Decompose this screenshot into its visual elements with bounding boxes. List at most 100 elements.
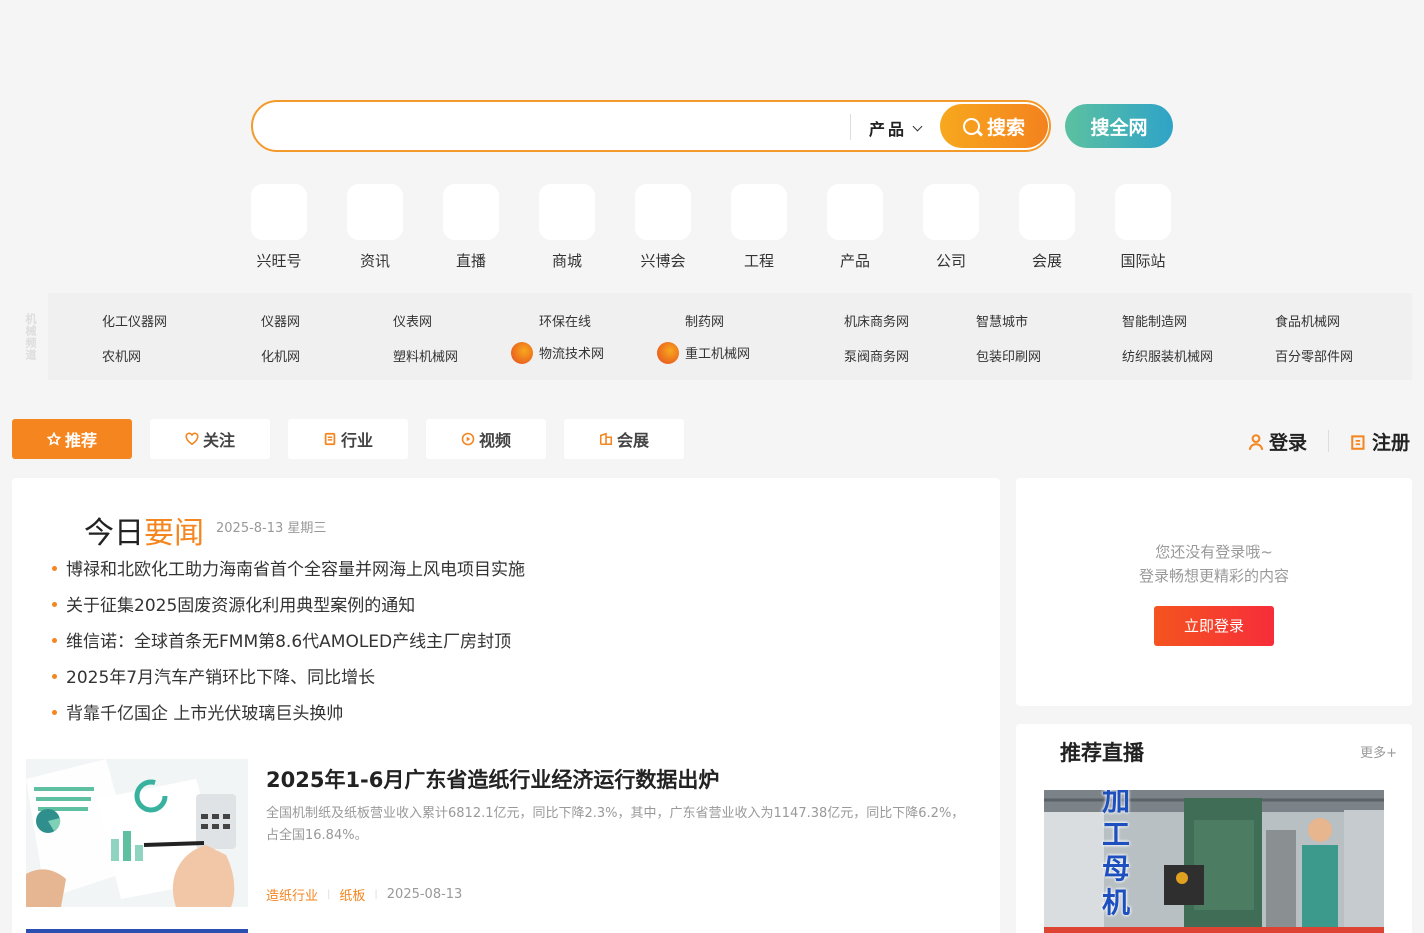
nav-item-expo[interactable]: 兴博会 <box>623 184 703 274</box>
xingwanghao-icon <box>251 184 307 240</box>
article-tag[interactable]: 纸板 <box>339 885 365 904</box>
tab-label: 行业 <box>340 431 373 450</box>
register-label: 注册 <box>1372 432 1411 454</box>
international-icon <box>1115 184 1171 240</box>
site-link[interactable]: 包装印刷网 <box>976 346 1041 365</box>
tab-label: 推荐 <box>64 431 97 450</box>
site-link[interactable]: 化机网 <box>261 346 300 365</box>
nav-item-mall[interactable]: 商城 <box>527 184 607 274</box>
article-title[interactable]: 2025年1-6月广东省造纸行业经济运行数据出炉 <box>266 764 719 794</box>
search-bar: 产品 搜索 <box>251 100 1051 152</box>
product-icon <box>827 184 883 240</box>
tab-label: 关注 <box>202 431 235 450</box>
mall-icon <box>539 184 595 240</box>
factory-scene-image <box>1044 790 1384 933</box>
site-link[interactable]: 百分零部件网 <box>1275 346 1353 365</box>
site-link[interactable]: 机床商务网 <box>844 311 909 330</box>
login-line-2: 登录畅想更精彩的内容 <box>1138 567 1289 585</box>
document-icon <box>324 432 336 446</box>
heart-icon <box>185 432 199 446</box>
news-feed-card: 今日要闻 2025-8-13 星期三 博禄和北欧化工助力海南省首个全容量并网海上… <box>12 478 1000 933</box>
expo-icon <box>635 184 691 240</box>
search-all-button[interactable]: 搜全网 <box>1065 104 1173 148</box>
divider: | <box>327 889 331 900</box>
login-line-1: 您还没有登录哦~ <box>1155 543 1273 561</box>
nav-item-company[interactable]: 公司 <box>911 184 991 274</box>
nav-item-exhibition[interactable]: 会展 <box>1007 184 1087 274</box>
site-link[interactable]: 农机网 <box>102 346 141 365</box>
site-link[interactable]: 化工仪器网 <box>102 311 167 330</box>
nav-label: 资讯 <box>359 252 390 270</box>
site-link[interactable]: 纺织服装机械网 <box>1122 346 1213 365</box>
site-link[interactable]: 智慧城市 <box>976 311 1028 330</box>
today-news-title: 今日要闻 <box>84 508 204 552</box>
nav-label: 工程 <box>743 252 774 270</box>
search-button-label: 搜索 <box>986 116 1025 139</box>
site-link[interactable]: 环保在线 <box>539 311 591 330</box>
building-icon <box>599 432 613 446</box>
search-input[interactable] <box>267 112 837 140</box>
nav-item-live[interactable]: 直播 <box>431 184 511 274</box>
site-link[interactable]: 食品机械网 <box>1275 311 1340 330</box>
nav-item-engineering[interactable]: 工程 <box>719 184 799 274</box>
tab-exhibition[interactable]: 会展 <box>564 419 684 459</box>
site-link-heavy[interactable]: 重工机械网 <box>657 341 750 366</box>
live-stream-thumbnail[interactable]: 加工母机 <box>1044 790 1384 933</box>
more-link[interactable]: 更多+ <box>1360 742 1397 761</box>
tab-follow[interactable]: 关注 <box>150 419 270 459</box>
chevron-down-icon[interactable] <box>912 121 923 132</box>
search-all-label: 搜全网 <box>1090 116 1148 139</box>
company-icon <box>923 184 979 240</box>
nav-item-xingwanghao[interactable]: 兴旺号 <box>239 184 319 274</box>
login-link[interactable]: 登录 <box>1247 428 1307 455</box>
nav-label: 公司 <box>935 252 966 270</box>
headline-link[interactable]: 2025年7月汽车产销环比下降、同比增长 <box>52 663 375 688</box>
nav-item-international[interactable]: 国际站 <box>1103 184 1183 274</box>
headline-link[interactable]: 博禄和北欧化工助力海南省首个全容量并网海上风电项目实施 <box>52 555 525 580</box>
nav-label: 兴旺号 <box>256 252 302 270</box>
site-link[interactable]: 仪器网 <box>261 311 300 330</box>
nav-label: 商城 <box>551 252 582 270</box>
site-link[interactable]: 智能制造网 <box>1122 311 1187 330</box>
site-link[interactable]: 仪表网 <box>393 311 432 330</box>
tab-video[interactable]: 视频 <box>426 419 546 459</box>
heavy-machinery-logo-icon <box>657 341 679 364</box>
login-prompt-card: 您还没有登录哦~ 登录畅想更精彩的内容 立即登录 <box>1016 478 1412 706</box>
search-icon <box>962 117 980 135</box>
tab-label: 视频 <box>478 431 511 450</box>
headline-link[interactable]: 关于征集2025固废资源化利用典型案例的通知 <box>52 591 415 616</box>
site-link[interactable]: 塑料机械网 <box>393 346 458 365</box>
tab-recommend[interactable]: 推荐 <box>12 419 132 459</box>
site-links-panel: 机械频道 化工仪器网 仪器网 仪表网 环保在线 制药网 机床商务网 智慧城市 智… <box>12 293 1412 380</box>
site-link[interactable]: 制药网 <box>685 311 724 330</box>
site-link[interactable]: 泵阀商务网 <box>844 346 909 365</box>
article-thumbnail[interactable] <box>26 929 248 933</box>
register-link[interactable]: 注册 <box>1350 428 1410 455</box>
site-link-logistics[interactable]: 物流技术网 <box>511 341 604 366</box>
login-now-button[interactable]: 立即登录 <box>1154 606 1274 646</box>
nav-item-product[interactable]: 产品 <box>815 184 895 274</box>
headline-link[interactable]: 背靠千亿国企 上市光伏玻璃巨头换帅 <box>52 699 343 724</box>
login-label: 登录 <box>1269 432 1308 454</box>
article-thumbnail[interactable] <box>26 759 248 907</box>
nav-label: 会展 <box>1031 252 1062 270</box>
search-type-label: 产品 <box>869 120 908 139</box>
divider <box>850 114 851 140</box>
live-icon <box>443 184 499 240</box>
search-button[interactable]: 搜索 <box>940 104 1048 148</box>
today-date: 2025-8-13 星期三 <box>216 521 327 536</box>
login-message: 您还没有登录哦~ 登录畅想更精彩的内容 <box>1016 540 1412 588</box>
user-icon <box>1248 433 1264 450</box>
search-type-select[interactable]: 产品 <box>869 116 907 140</box>
news-icon <box>347 184 403 240</box>
divider <box>1328 430 1329 452</box>
nav-item-news[interactable]: 资讯 <box>335 184 415 274</box>
headline-link[interactable]: 维信诺：全球首条无FMM第8.6代AMOLED产线主厂房封顶 <box>52 627 511 652</box>
divider: | <box>374 889 378 900</box>
article-meta: 造纸行业 | 纸板 | 2025-08-13 <box>266 885 462 904</box>
edit-icon <box>1351 434 1365 450</box>
nav-label: 兴博会 <box>640 252 686 270</box>
article-date: 2025-08-13 <box>386 887 463 902</box>
article-tag[interactable]: 造纸行业 <box>266 885 318 904</box>
tab-industry[interactable]: 行业 <box>288 419 408 459</box>
